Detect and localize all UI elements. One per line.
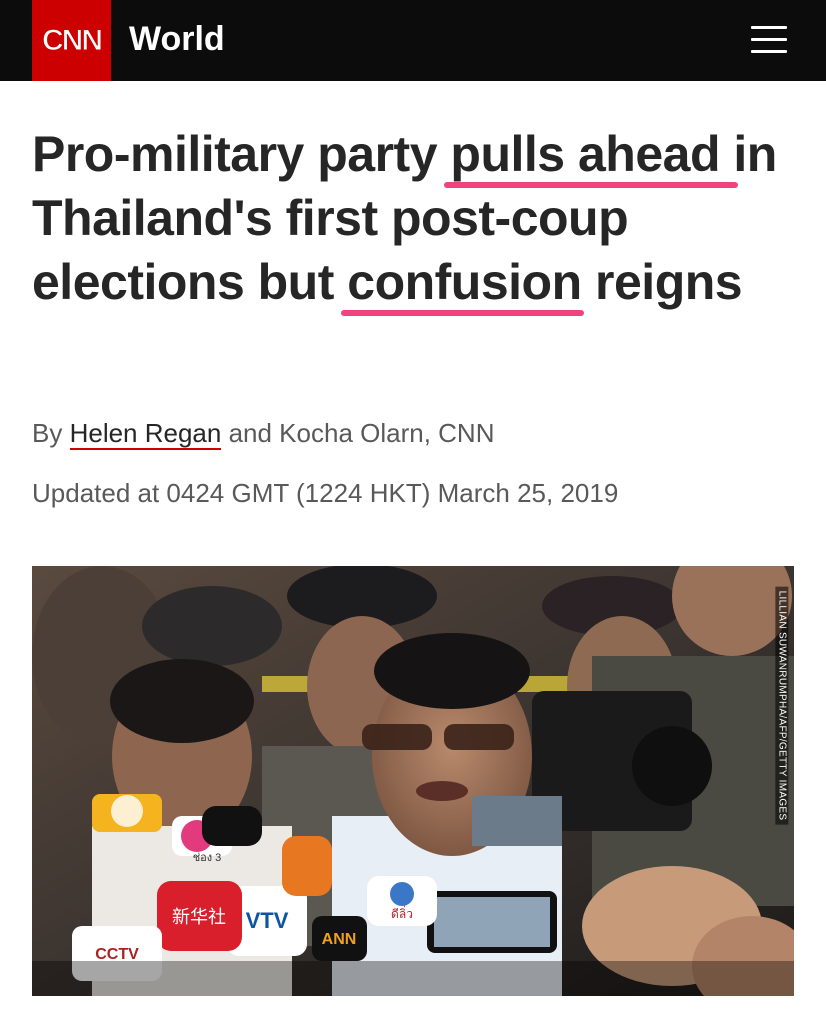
hamburger-icon[interactable] xyxy=(749,20,789,60)
byline: By Helen Regan and Kocha Olarn, CNN xyxy=(32,418,495,450)
top-nav-bar: CNN World xyxy=(0,0,826,81)
headline-part: reigns xyxy=(581,254,743,310)
article-photo[interactable]: VTV 新华社 CCTV ANN ดีลิ่ว ช่อง 3 LILLIAN S… xyxy=(32,566,794,996)
mic-label: 新华社 xyxy=(172,907,226,927)
menu-line xyxy=(751,38,787,41)
cnn-logo[interactable]: CNN xyxy=(32,0,111,81)
section-title[interactable]: World xyxy=(129,20,225,59)
mic-label: VTV xyxy=(246,908,289,933)
mic-label: ดีลิ่ว xyxy=(391,905,413,921)
menu-line xyxy=(751,26,787,29)
article-headline: Pro-military party pulls ahead in Thaila… xyxy=(32,122,812,314)
author-link[interactable]: Helen Regan xyxy=(69,418,222,450)
byline-suffix: and Kocha Olarn, CNN xyxy=(221,418,495,448)
updated-timestamp: Updated at 0424 GMT (1224 HKT) March 25,… xyxy=(32,478,619,508)
highlighted-phrase: confusion xyxy=(347,254,582,310)
mic-label: CCTV xyxy=(95,946,139,963)
byline-prefix: By xyxy=(32,418,70,448)
photo-illustration: VTV 新华社 CCTV ANN ดีลิ่ว ช่อง 3 xyxy=(32,566,794,996)
logo-text: CNN xyxy=(42,23,104,57)
photo-credit-container: LILLIAN SUWANRUMPHA/AFP/GETTY IMAGES xyxy=(771,570,793,840)
menu-line xyxy=(751,50,787,53)
photo-credit: LILLIAN SUWANRUMPHA/AFP/GETTY IMAGES xyxy=(775,586,789,824)
mic-label: ช่อง 3 xyxy=(193,852,222,864)
mic-label: ANN xyxy=(322,931,357,948)
highlighted-phrase: pulls ahead xyxy=(450,126,720,182)
headline-part: Pro-military party xyxy=(32,126,451,182)
